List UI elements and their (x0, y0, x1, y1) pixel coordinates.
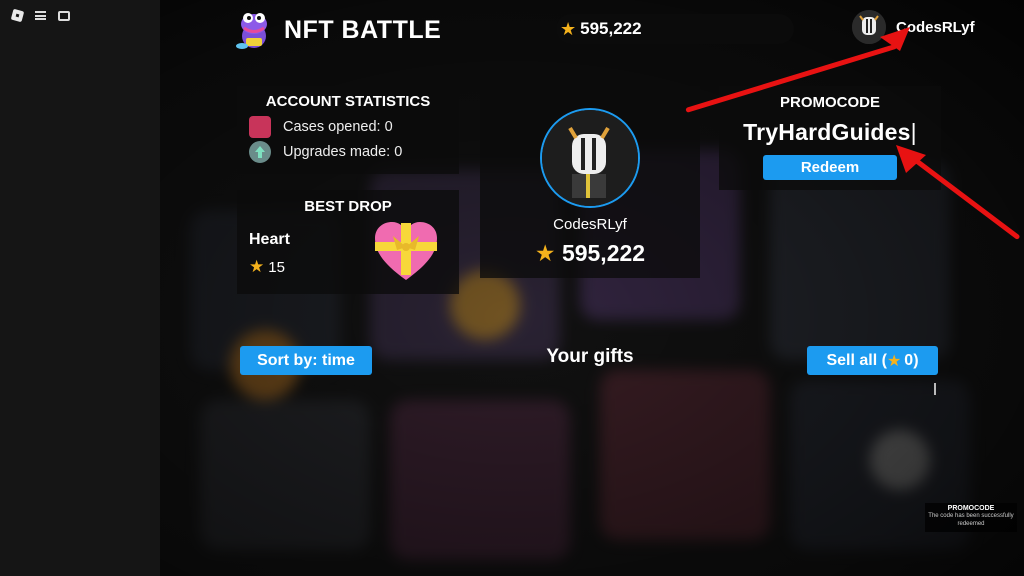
roblox-menu-icons (10, 8, 70, 23)
sell-all-label: Sell all ( (826, 351, 887, 369)
promocode-toast: PROMOCODE The code has been successfully… (925, 503, 1017, 532)
upgrades-made-row: Upgrades made: 0 (249, 141, 459, 163)
sort-button[interactable]: Sort by: time (240, 346, 372, 375)
case-icon (249, 116, 271, 138)
profile-avatar (540, 108, 640, 208)
balance-value: 595,222 (580, 19, 642, 38)
scrollbar[interactable] (934, 383, 936, 395)
cases-opened-row: Cases opened: 0 (249, 116, 459, 138)
redeem-button[interactable]: Redeem (763, 155, 897, 180)
star-icon: ★ (560, 18, 577, 39)
star-icon: ★ (886, 352, 902, 370)
sell-all-count: 0 (904, 351, 914, 369)
arrow-head-icon (880, 27, 910, 56)
promocode-input[interactable]: TryHardGuides| (719, 119, 941, 146)
balance-pill: ★ 595,222 (556, 14, 794, 44)
upgrades-made-label: Upgrades made: 0 (283, 144, 403, 160)
star-icon: ★ (534, 240, 556, 266)
promocode-input-value: TryHardGuides (743, 119, 911, 145)
text-cursor: | (910, 119, 917, 145)
best-drop-value-row: ★ 15 (249, 257, 285, 277)
roblox-logo-icon[interactable] (10, 8, 25, 23)
profile-name: CodesRLyf (553, 216, 627, 233)
menu-icon[interactable] (35, 11, 46, 20)
toast-title: PROMOCODE (947, 505, 995, 512)
user-profile[interactable]: CodesRLyf (852, 10, 975, 44)
best-drop-value: 15 (268, 258, 285, 276)
promocode-title: PROMOCODE (779, 94, 880, 111)
profile-balance-row: ★ 595,222 (480, 240, 700, 267)
arrow-head-icon (896, 145, 926, 178)
account-statistics-panel: ACCOUNT STATISTICS Cases opened: 0 Upgra… (237, 86, 459, 174)
sell-all-suffix: ) (913, 351, 919, 369)
upgrade-arrow-icon (249, 141, 271, 163)
best-drop-panel: BEST DROP Heart ★ 15 (237, 190, 459, 294)
toast-message: The code has been successfully redeemed (928, 513, 1014, 527)
left-shade (0, 0, 160, 576)
best-drop-title: BEST DROP (304, 198, 392, 215)
frog-mascot-icon (232, 8, 276, 52)
best-drop-item-name: Heart (249, 231, 290, 248)
cases-opened-label: Cases opened: 0 (283, 119, 393, 135)
gifts-heading: Your gifts (546, 346, 634, 367)
profile-balance: 595,222 (561, 240, 646, 266)
profile-panel: CodesRLyf ★ 595,222 (480, 86, 700, 278)
star-icon: ★ (249, 257, 265, 276)
brand: NFT BATTLE (232, 8, 441, 52)
heart-gift-icon (373, 220, 439, 289)
app-title: NFT BATTLE (284, 15, 442, 44)
sell-all-button[interactable]: Sell all (★ 0) (807, 346, 938, 375)
account-statistics-title: ACCOUNT STATISTICS (265, 93, 431, 110)
chat-icon[interactable] (58, 10, 70, 21)
